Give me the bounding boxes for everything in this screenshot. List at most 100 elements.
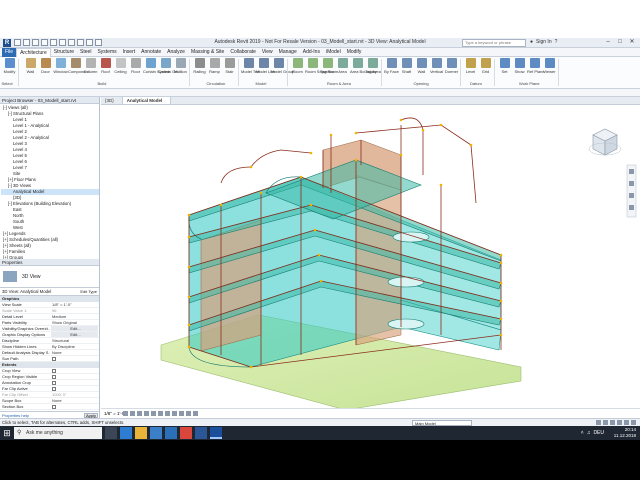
ribbon-tool-curtain-system[interactable]: Curtain System [143, 58, 170, 80]
clock[interactable]: 20:14 11.12.2018 [614, 427, 636, 439]
save-icon[interactable] [23, 39, 30, 46]
ribbon-tool-show[interactable]: Show [512, 58, 527, 80]
opening-1[interactable] [392, 231, 430, 243]
open-icon[interactable] [14, 39, 21, 46]
help-icon[interactable]: ? [555, 39, 558, 45]
property-edit-button[interactable]: Edit... [51, 326, 98, 331]
analytical-model-icon[interactable] [193, 411, 198, 416]
navigation-bar[interactable] [626, 164, 637, 218]
property-value[interactable]: Structural [50, 338, 99, 343]
tab-view[interactable]: View [259, 48, 276, 57]
ribbon-tool-tag-area[interactable]: Tag Area [365, 58, 381, 80]
tab-manage[interactable]: Manage [276, 48, 300, 57]
maximize-icon[interactable]: □ [614, 38, 626, 47]
property-value[interactable]: 96 [50, 308, 99, 313]
tab-steel[interactable]: Steel [77, 48, 94, 57]
tab-modify[interactable]: Modify [344, 48, 365, 57]
property-value[interactable]: By Discipline [50, 344, 99, 349]
ribbon-tool-roof[interactable]: Roof [98, 58, 113, 80]
checkbox[interactable] [52, 381, 56, 385]
ribbon-tool-area[interactable]: Area [335, 58, 350, 80]
tab-systems[interactable]: Systems [94, 48, 119, 57]
detail-level-icon[interactable] [123, 411, 128, 416]
temporary-hide-icon[interactable] [179, 411, 184, 416]
select-underlay-icon[interactable] [603, 420, 608, 425]
zoom-icon[interactable] [629, 181, 634, 186]
edge-icon[interactable] [120, 427, 132, 439]
steering-wheel-icon[interactable] [629, 169, 634, 174]
thin-lines-icon[interactable] [95, 39, 102, 46]
tab-file[interactable]: File [2, 47, 17, 57]
signin-link[interactable]: Sign In [536, 39, 552, 45]
property-checkbox-cell[interactable] [50, 404, 99, 409]
opening-3[interactable] [387, 318, 425, 330]
tab-insert[interactable]: Insert [120, 48, 139, 57]
drawing-canvas[interactable] [101, 105, 640, 411]
ribbon-tool-door[interactable]: Door [38, 58, 53, 80]
ribbon-tool-ref-plane[interactable]: Ref Plane [527, 58, 545, 80]
user-icon[interactable]: ● [530, 39, 533, 45]
ribbon-tool-model-group[interactable]: Model Group [271, 58, 294, 80]
drag-elements-icon[interactable] [624, 420, 629, 425]
chrome-icon[interactable] [180, 427, 192, 439]
pan-icon[interactable] [629, 205, 634, 210]
checkbox[interactable] [52, 375, 56, 379]
taskbar-search-input[interactable]: ⚲ Ask me anything [14, 427, 102, 439]
property-checkbox-cell[interactable] [50, 386, 99, 391]
help-search-input[interactable]: Type a keyword or phrase [462, 39, 526, 47]
edit-type-button[interactable]: Edit Type [80, 289, 97, 294]
ribbon-tool-viewer[interactable]: Viewer [542, 58, 557, 80]
checkbox[interactable] [52, 405, 56, 409]
crop-region-icon[interactable] [165, 411, 170, 416]
crop-icon[interactable] [158, 411, 163, 416]
select-by-face-icon[interactable] [617, 420, 622, 425]
volume-icon[interactable]: ♫ [587, 430, 591, 436]
tab-analyze[interactable]: Analyze [164, 48, 188, 57]
checkbox[interactable] [52, 357, 56, 361]
ribbon-tool-grid[interactable]: Grid [478, 58, 493, 80]
view-tab[interactable]: {3D} [101, 97, 123, 104]
shadows-icon[interactable] [144, 411, 149, 416]
ribbon-tool-level[interactable]: Level [463, 58, 478, 80]
sun-path-icon[interactable] [137, 411, 142, 416]
ribbon-tool-shaft[interactable]: Shaft [399, 58, 414, 80]
ribbon-tool-curtain-grid[interactable]: Curtain Grid [158, 58, 180, 80]
ribbon-tool-by-face[interactable]: By Face [384, 58, 399, 80]
property-value[interactable]: 1/8" = 1'-0" [50, 302, 99, 307]
tab-structure[interactable]: Structure [51, 48, 77, 57]
reveal-hidden-icon[interactable] [186, 411, 191, 416]
checkbox[interactable] [52, 369, 56, 373]
ribbon-tool-room[interactable]: Room [290, 58, 305, 80]
property-value[interactable]: None [50, 398, 99, 403]
property-value[interactable]: Medium [50, 314, 99, 319]
visual-style-icon[interactable] [130, 411, 135, 416]
tab-massing-site[interactable]: Massing & Site [188, 48, 227, 57]
ribbon-tool-mullion[interactable]: Mullion [173, 58, 188, 80]
viewcube[interactable] [588, 128, 622, 156]
property-checkbox-cell[interactable] [50, 374, 99, 379]
ribbon-tool-tag-room[interactable]: Tag Room [320, 58, 338, 80]
mail-icon[interactable] [165, 427, 177, 439]
close-icon[interactable]: ✕ [626, 38, 638, 47]
ribbon-tool-model-line[interactable]: Model Line [256, 58, 276, 80]
tab-annotate[interactable]: Annotate [138, 48, 164, 57]
word-icon[interactable] [195, 427, 207, 439]
checkbox[interactable] [52, 387, 56, 391]
print-icon[interactable] [50, 39, 57, 46]
property-edit-button[interactable]: Edit... [51, 332, 98, 337]
orbit-icon[interactable] [629, 193, 634, 198]
render-icon[interactable] [151, 411, 156, 416]
instance-selector[interactable]: 3D View: Analytical Model Edit Type [0, 288, 99, 296]
revit-logo-icon[interactable]: R [3, 39, 11, 47]
lock-icon[interactable] [172, 411, 177, 416]
revit-taskbar-icon[interactable] [210, 427, 222, 439]
text-icon[interactable] [68, 39, 75, 46]
ribbon-tool-component[interactable]: Component [68, 58, 89, 80]
ribbon-tool-ceiling[interactable]: Ceiling [113, 58, 128, 80]
minimize-icon[interactable]: – [602, 38, 614, 47]
ribbon-tool-set[interactable]: Set [497, 58, 512, 80]
ribbon-tool-vertical[interactable]: Vertical [429, 58, 444, 80]
property-checkbox-cell[interactable] [50, 380, 99, 385]
select-links-icon[interactable] [596, 420, 601, 425]
opening-2[interactable] [387, 276, 425, 288]
